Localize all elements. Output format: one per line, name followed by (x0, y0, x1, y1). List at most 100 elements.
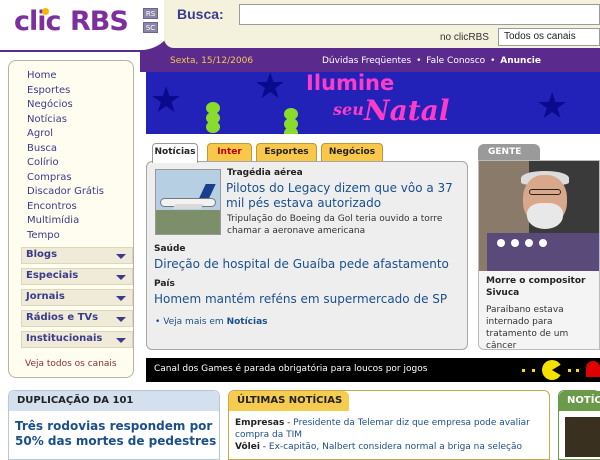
sidebar-link-home[interactable]: Home (27, 69, 104, 84)
sidebar-link-esportes[interactable]: Esportes (27, 84, 104, 99)
sivuca-photo[interactable] (479, 161, 599, 271)
state-button-rs[interactable]: RS (143, 8, 158, 19)
star-icon: ★ (150, 80, 183, 121)
sidebar-link-encontros[interactable]: Encontros (27, 200, 104, 215)
sidebar-link-compras[interactable]: Compras (27, 171, 104, 186)
tab-noticias[interactable]: Notícias (152, 143, 198, 163)
category-label: Jornais (26, 291, 65, 302)
tag-separator: - (284, 418, 294, 428)
category-label: Blogs (26, 249, 58, 260)
pacman-icon (542, 360, 562, 380)
faq-link[interactable]: Dúvidas Freqüentes (322, 56, 411, 66)
duplicacao-title: DUPLICAÇÃO DA 101 (17, 395, 134, 406)
see-more-news-link[interactable]: • Veja mais em Notícias (155, 317, 268, 327)
logo-text-clic: clic (14, 6, 62, 37)
banner-text-seu: seu (333, 100, 364, 119)
state-button-sc[interactable]: SC (143, 22, 158, 33)
see-all-channels-link[interactable]: Veja todos os canais (25, 359, 117, 369)
sidebar-category-blogs[interactable]: Blogs (21, 247, 133, 264)
channel-links: Home Esportes Negócios Notícias Agrol Bu… (27, 69, 104, 243)
bullet-icon: • (155, 317, 161, 327)
see-more-prefix: Veja mais em (163, 317, 224, 327)
lead-kicker: Tragédia aérea (227, 168, 303, 178)
info-bar: Sexta, 15/12/2006 Dúvidas Freqüentes • F… (140, 52, 600, 72)
ghost-icon (586, 361, 600, 377)
search-label: Busca: (177, 6, 224, 22)
noticias-photo[interactable] (565, 417, 600, 457)
pellet-icon (522, 369, 525, 372)
search-scope-select[interactable]: Todos os canais (498, 28, 600, 46)
advertise-link[interactable]: Anuncie (500, 56, 541, 66)
sidebar-category-institucionais[interactable]: Institucionais (21, 331, 133, 348)
airplane-thumbnail[interactable] (155, 169, 221, 235)
search-scope-label: no clicRBS (440, 32, 489, 43)
see-more-target: Notícias (226, 317, 268, 327)
sidebar-link-noticias[interactable]: Notícias (27, 113, 104, 128)
games-text: Canal dos Games é parada obrigatória par… (154, 364, 428, 374)
news-tag: Vôlei (235, 442, 260, 452)
pellet-icon (568, 369, 571, 372)
christmas-banner[interactable]: ★ ★ ★ Ilumine seu Natal (146, 72, 600, 134)
news-headline-pais[interactable]: Homem mantém reféns em supermercado de S… (154, 292, 464, 307)
banner-title: Ilumine (306, 72, 395, 95)
current-date: Sexta, 15/12/2006 (170, 56, 254, 66)
list-item[interactable]: Empresas - Presidente da Telemar diz que… (235, 417, 545, 441)
tab-inter[interactable]: Inter (207, 143, 252, 161)
sidebar-link-busca[interactable]: Busca (27, 142, 104, 157)
news-tag: Empresas (235, 418, 285, 428)
star-icon: ★ (254, 72, 287, 107)
tree-icon (282, 108, 300, 134)
chevron-down-icon (116, 254, 126, 259)
sidebar-link-tempo[interactable]: Tempo (27, 229, 104, 244)
lead-headline[interactable]: Pilotos do Legacy dizem que vôo a 37 mil… (226, 181, 464, 211)
list-item[interactable]: Vôlei - Ex-capitão, Nalbert considera no… (235, 441, 545, 453)
lead-summary: Tripulação do Boeing da Gol teria ouvido… (227, 214, 443, 236)
pellet-icon (576, 369, 579, 372)
gente-tab[interactable]: GENTE (478, 144, 540, 160)
top-links: Dúvidas Freqüentes • Fale Conosco • Anun… (322, 56, 541, 66)
pellet-icon (532, 369, 535, 372)
sidebar-category-jornais[interactable]: Jornais (21, 289, 133, 306)
category-label: Institucionais (26, 333, 103, 344)
news-text: Ex-capitão, Nalbert considera normal a b… (268, 442, 522, 452)
sidebar-link-colirio[interactable]: Colírio (27, 156, 104, 171)
ultimas-noticias-header: ÚLTIMAS NOTÍCIAS (229, 391, 349, 411)
sidebar-link-multimidia[interactable]: Multimídia (27, 214, 104, 229)
star-icon: ★ (536, 86, 569, 127)
search-area: Busca: no clicRBS Todos os canais (164, 0, 600, 48)
ultimas-noticias-title: ÚLTIMAS NOTÍCIAS (237, 395, 343, 406)
sidebar-category-especiais[interactable]: Especiais (21, 268, 133, 285)
news-headline-saude[interactable]: Direção de hospital de Guaíba pede afast… (154, 257, 464, 272)
banner-text-natal: Natal (364, 94, 450, 127)
chevron-down-icon (116, 317, 126, 322)
news-panel: Tragédia aérea Pilotos do Legacy dizem q… (146, 161, 468, 350)
noticias-title: NOTÍC (567, 395, 600, 406)
duplicacao-headline[interactable]: Três rodovias respondem por 50% das mort… (15, 419, 217, 449)
link-separator: • (416, 56, 422, 66)
sidebar-link-agrol[interactable]: Agrol (27, 127, 104, 142)
contact-link[interactable]: Fale Conosco (426, 56, 485, 66)
tag-separator: - (259, 442, 269, 452)
left-sidebar: Home Esportes Negócios Notícias Agrol Bu… (8, 60, 134, 378)
gente-summary: Paraibano estava internado para tratamen… (486, 305, 569, 350)
news-kicker-saude: Saúde (154, 244, 186, 254)
games-bar[interactable]: Canal dos Games é parada obrigatória par… (146, 358, 600, 382)
category-label: Especiais (26, 270, 79, 281)
news-kicker-pais: País (154, 279, 175, 289)
gente-panel: Morre o compositor Sivuca Paraibano esta… (478, 160, 600, 350)
gente-headline[interactable]: Morre o compositor Sivuca (486, 275, 598, 299)
sidebar-link-negocios[interactable]: Negócios (27, 98, 104, 113)
tab-negocios[interactable]: Negócios (321, 143, 383, 161)
link-separator: • (490, 56, 496, 66)
search-input[interactable] (239, 4, 600, 25)
chevron-down-icon (116, 338, 126, 343)
noticias-header: NOTÍC (559, 391, 600, 411)
tab-esportes[interactable]: Esportes (256, 143, 317, 161)
clicrbs-logo[interactable]: clic RBS (14, 2, 134, 42)
duplicacao-header: DUPLICAÇÃO DA 101 (9, 391, 219, 411)
logo-dot-icon (42, 8, 49, 15)
category-label: Rádios e TVs (26, 312, 99, 323)
tree-icon (204, 102, 222, 134)
sidebar-link-discador[interactable]: Discador Grátis (27, 185, 104, 200)
sidebar-category-radios-tvs[interactable]: Rádios e TVs (21, 310, 133, 327)
